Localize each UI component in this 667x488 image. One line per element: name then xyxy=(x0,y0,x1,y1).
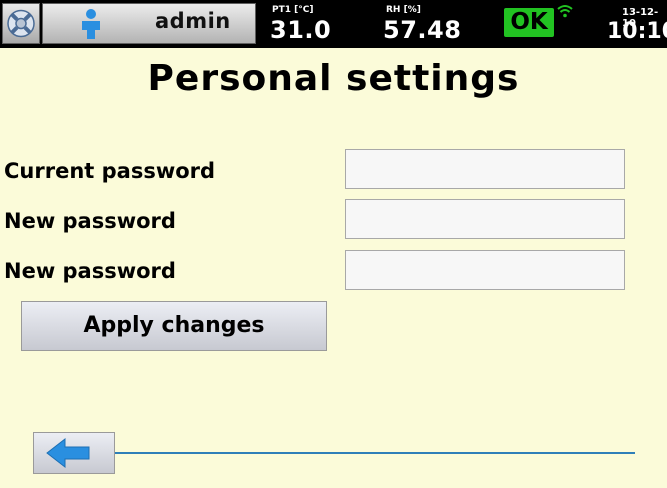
status-badge: OK xyxy=(504,8,554,37)
temperature-label: PT1 [°C] xyxy=(272,5,314,15)
back-button[interactable] xyxy=(33,432,115,474)
arrow-left-icon xyxy=(46,437,90,469)
current-password-input[interactable] xyxy=(345,149,625,189)
new-password-input[interactable] xyxy=(345,199,625,239)
humidity-label: RH [%] xyxy=(386,5,421,15)
footer-divider xyxy=(115,452,635,454)
page-title: Personal settings xyxy=(147,58,520,99)
user-icon xyxy=(82,9,100,39)
confirm-password-label: New password xyxy=(4,259,176,283)
temperature-value: 31.0 xyxy=(270,16,332,44)
username-label: admin xyxy=(155,9,231,33)
current-password-label: Current password xyxy=(4,159,216,183)
confirm-password-input[interactable] xyxy=(345,250,625,290)
status-bar: admin PT1 [°C] 31.0 RH [%] 57.48 OK 13-1… xyxy=(0,0,667,48)
home-button[interactable] xyxy=(2,3,40,44)
time-label: 10:10 xyxy=(607,19,667,44)
humidity-value: 57.48 xyxy=(383,16,462,44)
lifebuoy-icon xyxy=(7,9,35,38)
wifi-icon xyxy=(557,5,573,18)
apply-changes-button[interactable]: Apply changes xyxy=(21,301,327,351)
new-password-label: New password xyxy=(4,209,176,233)
user-button[interactable]: admin xyxy=(42,3,256,44)
